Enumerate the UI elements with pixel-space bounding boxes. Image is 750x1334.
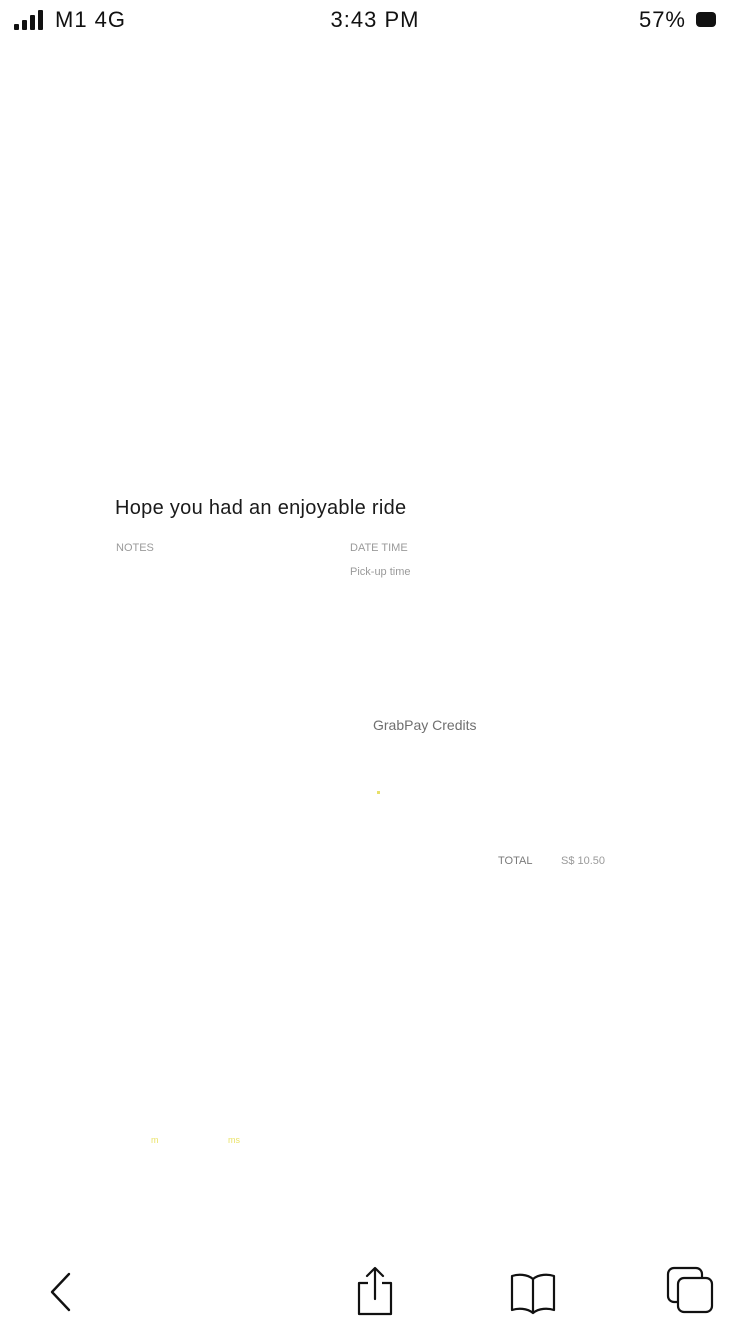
tabs-button[interactable]	[662, 1264, 718, 1320]
receipt-heading: Hope you had an enjoyable ride	[115, 497, 407, 519]
date-time-label: DATE TIME	[350, 542, 408, 554]
share-icon	[357, 1266, 393, 1316]
pickup-time-label: Pick-up time	[350, 566, 411, 578]
notes-label: NOTES	[116, 542, 154, 554]
total-label: TOTAL	[498, 855, 533, 867]
payment-method: GrabPay Credits	[373, 717, 477, 733]
share-button[interactable]	[347, 1264, 403, 1320]
bookmarks-button[interactable]	[505, 1264, 561, 1320]
tabs-icon	[666, 1266, 714, 1314]
footer-mark-right: ms	[228, 1135, 240, 1145]
back-button[interactable]	[34, 1264, 90, 1320]
status-bar: M1 4G 3:43 PM 57%	[0, 0, 750, 40]
total-value: S$ 10.50	[561, 855, 606, 867]
battery-percentage: 57%	[638, 7, 686, 32]
footer-mark-left: m	[151, 1135, 159, 1145]
back-icon	[50, 1272, 71, 1312]
status-time: 3:43 PM	[330, 7, 420, 32]
decorative-dot	[377, 791, 380, 794]
browser-toolbar	[0, 1244, 750, 1334]
battery-icon	[696, 12, 716, 27]
bookmarks-icon	[510, 1273, 556, 1315]
